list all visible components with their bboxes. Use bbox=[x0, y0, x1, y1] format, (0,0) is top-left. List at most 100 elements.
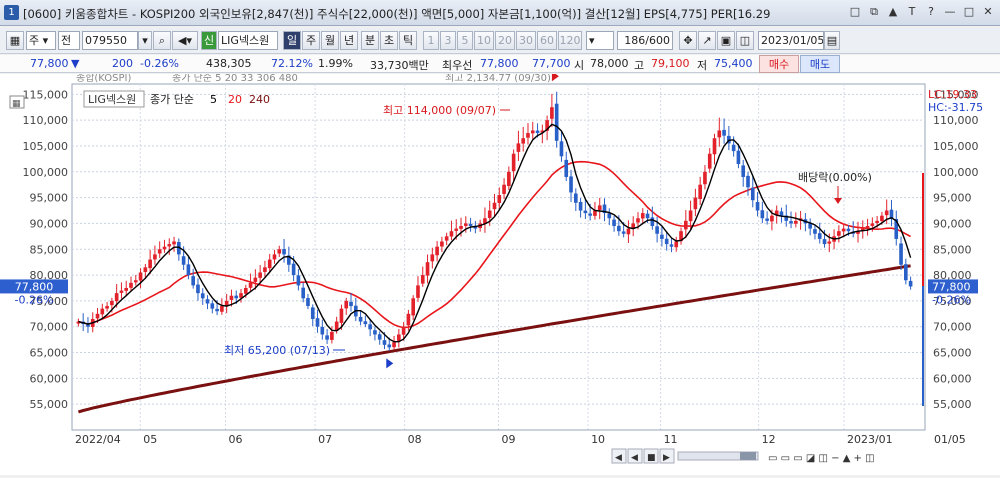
period-second-button[interactable]: 초 bbox=[380, 31, 398, 50]
app-icon: 1 bbox=[4, 5, 19, 20]
y-label-right: 70,000 bbox=[933, 321, 972, 334]
candle-body bbox=[200, 293, 205, 299]
candle-body bbox=[349, 301, 353, 307]
candle-body bbox=[306, 298, 310, 307]
y-label-right: 90,000 bbox=[933, 217, 972, 230]
y-label-left: 85,000 bbox=[30, 243, 69, 256]
candle-body bbox=[846, 228, 851, 232]
candle-body bbox=[650, 217, 655, 227]
period-tick-button[interactable]: 틱 bbox=[399, 31, 417, 50]
maximize-button[interactable]: □ bbox=[961, 4, 977, 20]
candle-body bbox=[440, 241, 444, 247]
interval-60-button[interactable]: 60 bbox=[537, 31, 557, 50]
custom-interval-select[interactable]: ▾ bbox=[586, 31, 614, 50]
price-chart[interactable]: 115,000 110,000 105,000 100,000 95,000 90,000… bbox=[0, 71, 1000, 475]
chart-area[interactable]: 115,000 110,000 105,000 100,000 95,000 90,000… bbox=[0, 71, 1000, 475]
layout-icon[interactable]: ▦ bbox=[6, 31, 24, 50]
candle-body bbox=[707, 153, 712, 169]
period-day-button[interactable]: 일 bbox=[283, 31, 301, 50]
pin-icon[interactable]: ▲ bbox=[885, 4, 901, 20]
candle-body bbox=[430, 254, 435, 262]
candle-body bbox=[435, 246, 439, 256]
candle-body bbox=[291, 263, 296, 276]
indicator-icon[interactable]: ↗ bbox=[698, 31, 716, 50]
candle-body bbox=[712, 138, 717, 155]
candle-body bbox=[535, 130, 540, 134]
chart-settings-icon[interactable]: ◫ bbox=[736, 31, 754, 50]
prev-select[interactable]: 전 bbox=[58, 31, 80, 50]
prev-icon: ◀ bbox=[631, 453, 638, 463]
interval-1-button[interactable]: 1 bbox=[423, 31, 439, 50]
candle-body bbox=[282, 249, 286, 255]
code-input[interactable]: 079550 bbox=[82, 31, 138, 50]
candle-body bbox=[420, 275, 425, 284]
sell-button[interactable]: 매도 bbox=[800, 55, 840, 73]
candle-body bbox=[124, 287, 129, 291]
candle-body bbox=[105, 306, 109, 309]
x-label: 2022/04 bbox=[75, 433, 121, 446]
period-minute-button[interactable]: 분 bbox=[361, 31, 379, 50]
candle-body bbox=[243, 287, 248, 294]
open-price: 78,000 bbox=[590, 57, 629, 70]
candle-body bbox=[444, 236, 449, 241]
y-label-left: 60,000 bbox=[30, 372, 69, 385]
close-button[interactable]: ✕ bbox=[980, 4, 996, 20]
candle-body bbox=[234, 295, 239, 299]
kospi-high-header: 최고 2,134.77 (09/30) bbox=[445, 74, 551, 84]
help-icon[interactable]: ? bbox=[923, 4, 939, 20]
scroll-thumb[interactable] bbox=[740, 452, 756, 460]
market-select[interactable]: 주 ▾ bbox=[26, 31, 56, 50]
interval-30-button[interactable]: 30 bbox=[516, 31, 536, 50]
interval-20-button[interactable]: 20 bbox=[495, 31, 515, 50]
buy-button[interactable]: 매수 bbox=[759, 55, 799, 73]
crosshair-icon[interactable]: ✥ bbox=[679, 31, 697, 50]
candle-body bbox=[205, 299, 210, 304]
save-icon[interactable]: ▣ bbox=[717, 31, 735, 50]
x-label: 10 bbox=[591, 433, 605, 446]
candle-body bbox=[272, 254, 277, 260]
candle-body bbox=[215, 308, 219, 312]
candle-body bbox=[841, 228, 846, 232]
candle-body bbox=[827, 241, 832, 244]
interval-3-button[interactable]: 3 bbox=[440, 31, 456, 50]
y-label-right: 100,000 bbox=[933, 166, 979, 179]
y-label-right: 60,000 bbox=[933, 372, 972, 385]
period-year-button[interactable]: 년 bbox=[340, 31, 358, 50]
date-input[interactable]: 2023/01/05 bbox=[758, 31, 824, 50]
candle-body bbox=[837, 231, 841, 236]
lc-label: LC:19.33 bbox=[928, 88, 977, 101]
screen-icon[interactable]: □ bbox=[847, 4, 863, 20]
dropdown-icon[interactable]: ▾ bbox=[138, 31, 152, 50]
calendar-icon[interactable]: ▤ bbox=[824, 31, 840, 50]
candle-body bbox=[253, 277, 258, 282]
period-week-button[interactable]: 주 bbox=[302, 31, 320, 50]
candle-body bbox=[416, 285, 420, 298]
interval-10-button[interactable]: 10 bbox=[474, 31, 494, 50]
candle-body bbox=[640, 213, 645, 219]
candle-body bbox=[468, 223, 473, 227]
title-bar: 1 [0600] 키움종합차트 - KOSPI200 외국인보유[2,847(천… bbox=[0, 0, 1000, 26]
data-count-field[interactable]: 186/600 bbox=[617, 31, 673, 50]
period-month-button[interactable]: 월 bbox=[321, 31, 339, 50]
interval-5-button[interactable]: 5 bbox=[457, 31, 473, 50]
candle-body bbox=[133, 280, 138, 283]
x-label: 11 bbox=[664, 433, 678, 446]
magnifier-icon[interactable]: ⌕ bbox=[153, 31, 171, 50]
minimize-button[interactable]: — bbox=[942, 4, 958, 20]
candle-body bbox=[645, 213, 650, 219]
candle-body bbox=[564, 159, 569, 177]
candle-body bbox=[588, 213, 592, 216]
speaker-icon[interactable]: ◀▾ bbox=[172, 31, 198, 50]
candle-body bbox=[459, 226, 463, 229]
candle-body bbox=[722, 129, 726, 136]
y-label-left: 105,000 bbox=[23, 140, 69, 153]
stop-icon: ■ bbox=[647, 453, 656, 463]
low-price: 75,400 bbox=[714, 57, 753, 70]
interval-120-button[interactable]: 120 bbox=[558, 31, 582, 50]
candle-body bbox=[889, 209, 894, 219]
candle-body bbox=[664, 238, 669, 245]
chart-toolbar: ▦ 주 ▾ 전 079550 ▾ ⌕ ◀▾ 신 LIG넥스원 일 주 월 년 분… bbox=[0, 28, 1000, 54]
candle-body bbox=[621, 231, 626, 234]
restore-link-icon[interactable]: ⧉ bbox=[866, 4, 882, 20]
font-icon[interactable]: T bbox=[904, 4, 920, 20]
